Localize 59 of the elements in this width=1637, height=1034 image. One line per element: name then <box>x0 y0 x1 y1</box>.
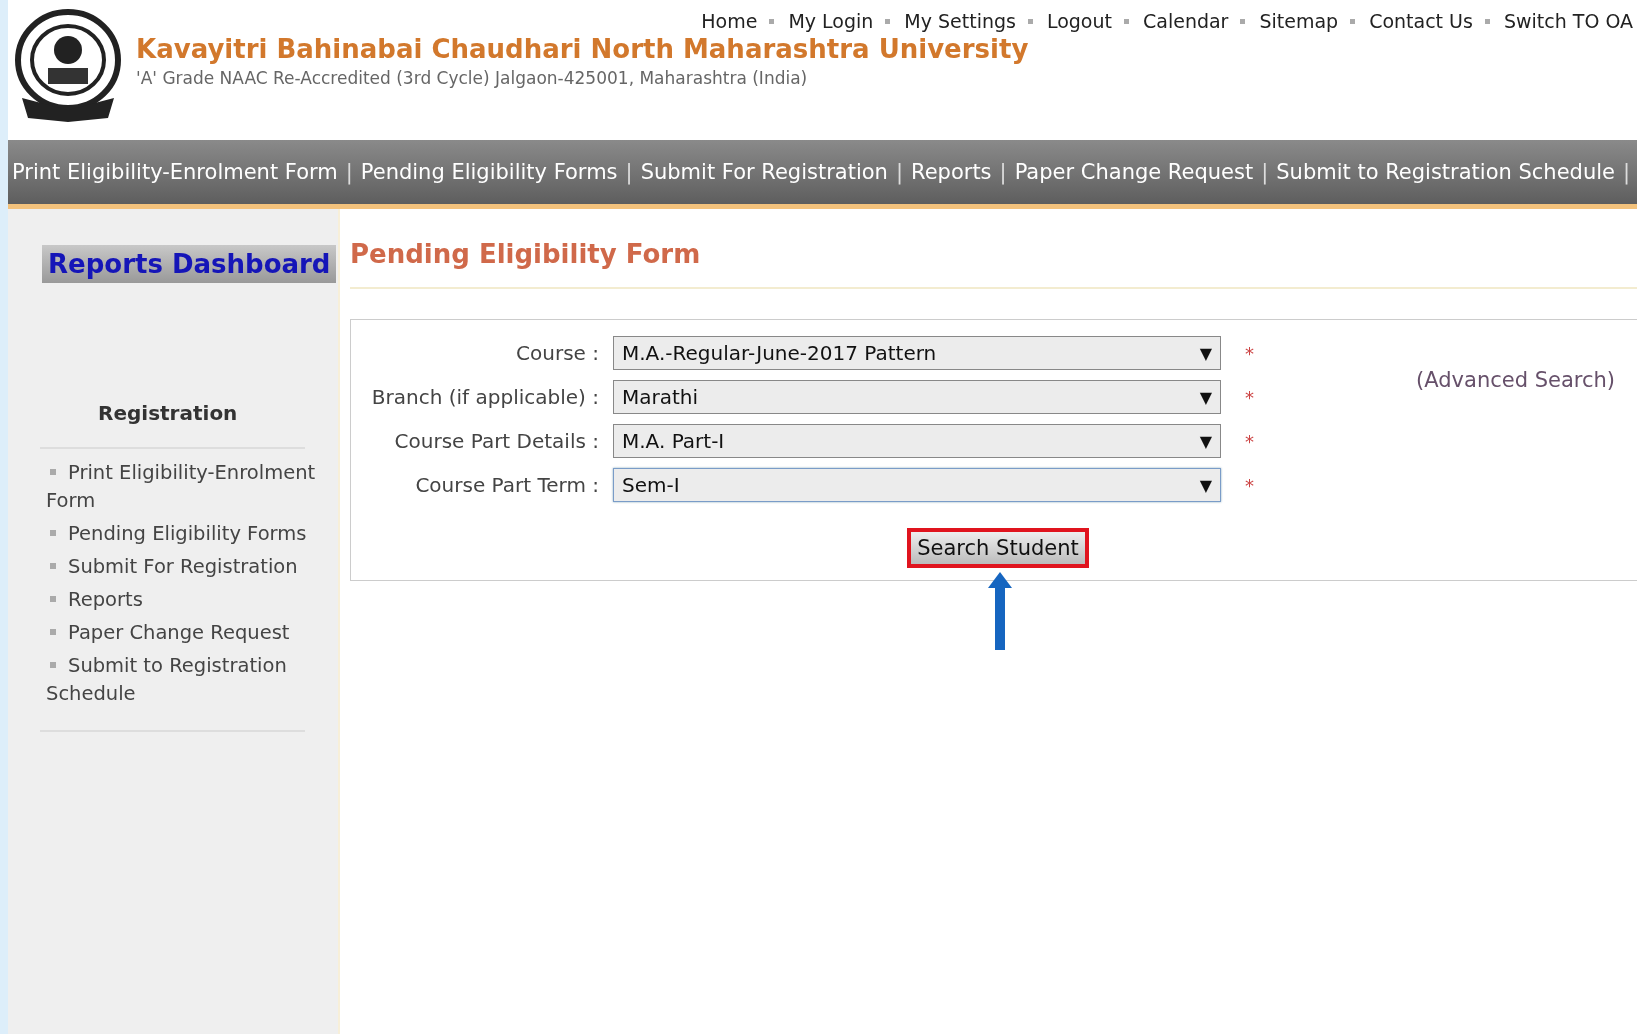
bullet-icon <box>769 18 775 24</box>
reports-dashboard-button[interactable]: Reports Dashboard <box>42 245 337 283</box>
bullet-icon <box>1124 18 1129 24</box>
top-link[interactable]: Calendar <box>1143 10 1229 32</box>
dropdown-field[interactable]: M.A.-Regular-June-2017 Pattern ▼ <box>613 336 1221 370</box>
dropdown-field[interactable]: Marathi ▼ <box>613 380 1221 414</box>
required-mark: * <box>1244 342 1255 364</box>
nav-separator: | <box>999 160 1007 184</box>
field-label: Branch (if applicable) : <box>370 385 600 409</box>
sidebar-link[interactable]: Submit For Registration <box>46 553 318 581</box>
sidebar-link[interactable]: Reports <box>46 586 318 614</box>
bullet-icon <box>50 468 56 475</box>
nav-separator: | <box>1623 160 1631 184</box>
required-mark: * <box>1244 386 1255 408</box>
bullet-icon <box>1027 18 1033 24</box>
bullet-icon <box>1240 18 1246 24</box>
sidebar-link[interactable]: Pending Eligibility Forms <box>46 520 318 548</box>
nav-separator: | <box>1261 160 1269 184</box>
dropdown-field[interactable]: Sem-I ▼ <box>613 468 1221 502</box>
bullet-icon <box>50 661 56 668</box>
nav-link[interactable]: Submit to Registration Schedule <box>1276 160 1615 184</box>
bullet-icon <box>50 595 56 602</box>
page-title: Pending Eligibility Form <box>350 239 1637 289</box>
sidebar-link[interactable]: Paper Change Request <box>46 619 318 647</box>
nav-link[interactable]: Pending Eligibility Forms <box>360 160 618 184</box>
bullet-icon <box>50 628 56 635</box>
sidebar-link[interactable]: Submit to Registration Schedule <box>46 652 318 708</box>
university-name: Kavayitri Bahinabai Chaudhari North Maharashtra University <box>136 34 1029 64</box>
sidebar-link[interactable]: Print Eligibility-Enrolment Form <box>46 459 318 515</box>
nav-link[interactable]: Reports <box>911 160 992 184</box>
university-accreditation: 'A' Grade NAAC Re-Accredited (3rd Cycle) Jalgaon-425001, Maharashtra (India) <box>136 68 809 88</box>
nav-separator: | <box>345 160 353 184</box>
bullet-icon <box>50 529 56 536</box>
field-label: Course Part Term : <box>414 473 600 497</box>
bullet-icon <box>1350 18 1356 24</box>
bullet-icon <box>885 18 891 24</box>
bullet-icon <box>50 562 56 569</box>
top-link[interactable]: Logout <box>1046 10 1112 32</box>
search-student-button[interactable]: Search Student <box>907 528 1089 568</box>
required-mark: * <box>1244 474 1255 496</box>
nav-link[interactable]: Paper Change Request <box>1014 160 1254 184</box>
required-mark: * <box>1244 430 1255 452</box>
dropdown-field[interactable]: M.A. Part-I ▼ <box>613 424 1221 458</box>
nav-link[interactable]: Print Eligibility-Enrolment Form <box>12 160 338 184</box>
bullet-icon <box>1484 18 1490 24</box>
top-link[interactable]: My Login <box>788 10 874 32</box>
nav-separator: | <box>625 160 633 184</box>
advanced-search-link[interactable]: (Advanced Search) <box>1416 368 1615 392</box>
top-link[interactable]: Home <box>701 10 758 32</box>
nav-separator: | <box>895 160 903 184</box>
field-label: Course : <box>515 341 600 365</box>
top-link[interactable]: Sitemap <box>1259 10 1339 32</box>
sidebar-section-title: Registration <box>98 401 239 425</box>
university-emblem-icon <box>12 6 124 124</box>
field-label: Course Part Details : <box>393 429 600 453</box>
top-link[interactable]: Switch TO OA <box>1503 10 1633 32</box>
nav-link[interactable]: Submit For Registration <box>640 160 888 184</box>
top-link[interactable]: My Settings <box>904 10 1016 32</box>
top-link[interactable]: Contact Us <box>1369 10 1473 32</box>
